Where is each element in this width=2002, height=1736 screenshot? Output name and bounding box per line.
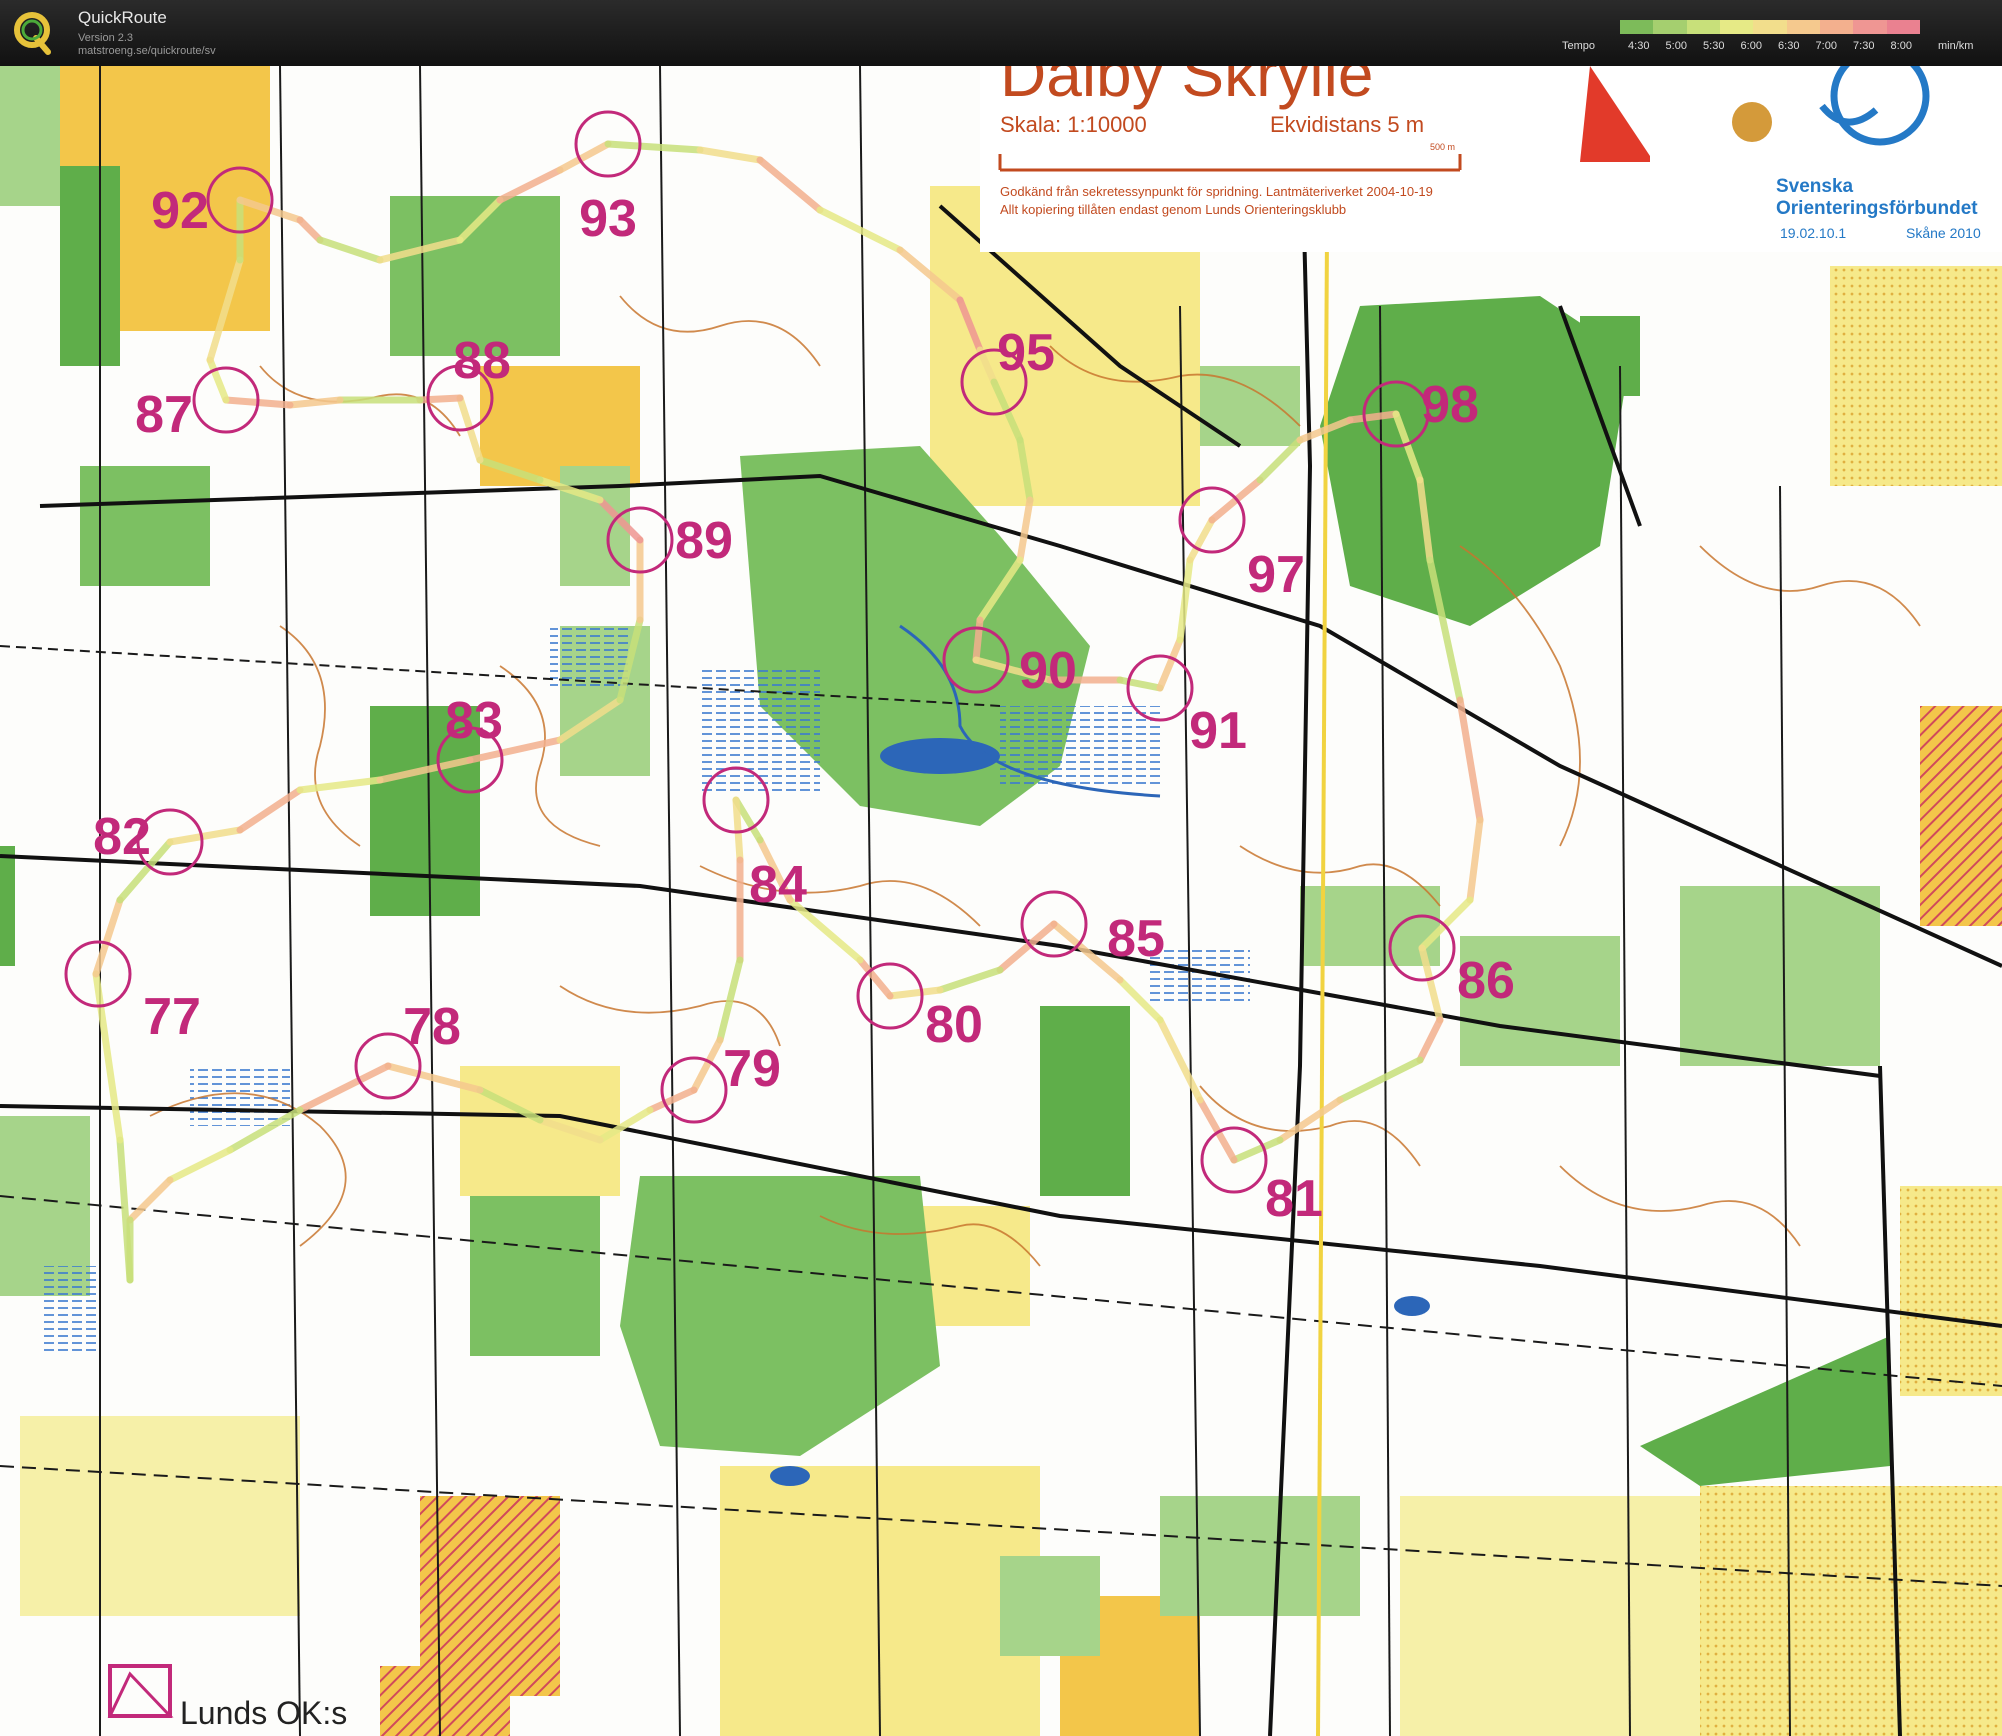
control-number-82: 82: [93, 808, 151, 866]
control-number-77: 77: [143, 988, 201, 1046]
route-segment[interactable]: [972, 616, 984, 664]
legend-title: Tempo: [1562, 40, 1596, 52]
app-version: Version 2.3: [78, 32, 134, 44]
scalebar-label: 500 m: [1430, 142, 1455, 152]
legend-swatch: [1620, 20, 1654, 34]
orienteering-map[interactable]: Dalby Skryllе Skala: 1:10000 Ekvidistans…: [0, 66, 2002, 1736]
control-number-84: 84: [749, 856, 807, 914]
control-number-91: 91: [1189, 702, 1247, 760]
legend-swatch: [1886, 20, 1920, 34]
legend-swatch: [1853, 20, 1887, 34]
legend-tick: 6:30: [1778, 40, 1800, 52]
legend-swatch: [1786, 20, 1820, 34]
map-copy-note: Allt kopiering tillåten endast genom Lun…: [1000, 202, 1346, 217]
route-segment[interactable]: [732, 796, 744, 864]
federation-name-2: Orienteringsförbundet: [1776, 198, 1978, 219]
control-number-93: 93: [579, 190, 637, 248]
route-segment[interactable]: [286, 396, 344, 409]
legend-swatch: [1686, 20, 1720, 34]
ok-logo-text: OK: [1644, 128, 1677, 153]
legend-tick: 5:00: [1665, 40, 1687, 52]
pine-cone-icon: [1732, 102, 1772, 142]
control-number-83: 83: [445, 692, 503, 750]
control-number-86: 86: [1457, 952, 1515, 1010]
control-number-85: 85: [1107, 910, 1165, 968]
control-number-81: 81: [1265, 1170, 1323, 1228]
map-region: Skåne 2010: [1906, 225, 1981, 241]
legend-swatch: [1653, 20, 1687, 34]
control-number-79: 79: [723, 1040, 781, 1098]
legend-ticks: 4:30 5:00 5:30 6:00 6:30 7:00 7:30 8:00: [1620, 40, 1920, 54]
legend-tick: 5:30: [1703, 40, 1725, 52]
legend-tick: 7:30: [1853, 40, 1875, 52]
legend-tick: 4:30: [1628, 40, 1650, 52]
control-number-98: 98: [1421, 376, 1479, 434]
control-number-97: 97: [1247, 546, 1305, 604]
map-contour-interval: Ekvidistans 5 m: [1270, 112, 1424, 137]
legend-tick: 6:00: [1740, 40, 1762, 52]
app-name: QuickRoute: [78, 8, 167, 27]
control-number-95: 95: [997, 324, 1055, 382]
legend-swatch: [1719, 20, 1754, 34]
control-number-89: 89: [675, 512, 733, 570]
legend-swatch: [1819, 20, 1854, 34]
legend-unit: min/km: [1938, 40, 1974, 52]
control-number-92: 92: [151, 182, 209, 240]
map-code: 19.02.10.1: [1780, 225, 1846, 241]
control-number-80: 80: [925, 996, 983, 1054]
pace-color-legend[interactable]: [1620, 20, 1920, 34]
control-number-88: 88: [453, 332, 511, 390]
app-url: matstroeng.se/quickroute/sv: [78, 45, 216, 57]
federation-name-1: Svenska: [1776, 176, 1854, 197]
map-title: Dalby Skryllе: [1000, 66, 1373, 110]
legend-tick: 7:00: [1815, 40, 1837, 52]
map-scale: Skala: 1:10000: [1000, 112, 1147, 137]
map-permit: Godkänd från sekretessynpunkt för spridn…: [1000, 184, 1433, 199]
control-number-87: 87: [135, 386, 193, 444]
app-title-bar: QuickRoute Version 2.3 matstroeng.se/qui…: [0, 0, 2002, 66]
map-header: Dalby Skryllе Skala: 1:10000 Ekvidistans…: [980, 66, 2002, 252]
legend-swatch: [1753, 20, 1787, 34]
quickroute-logo-icon: [14, 12, 51, 55]
control-number-78: 78: [403, 998, 461, 1056]
control-number-90: 90: [1019, 642, 1077, 700]
route-segment[interactable]: [416, 394, 464, 404]
club-label: Lunds OK:s: [180, 1695, 347, 1731]
legend-tick: 8:00: [1890, 40, 1912, 52]
